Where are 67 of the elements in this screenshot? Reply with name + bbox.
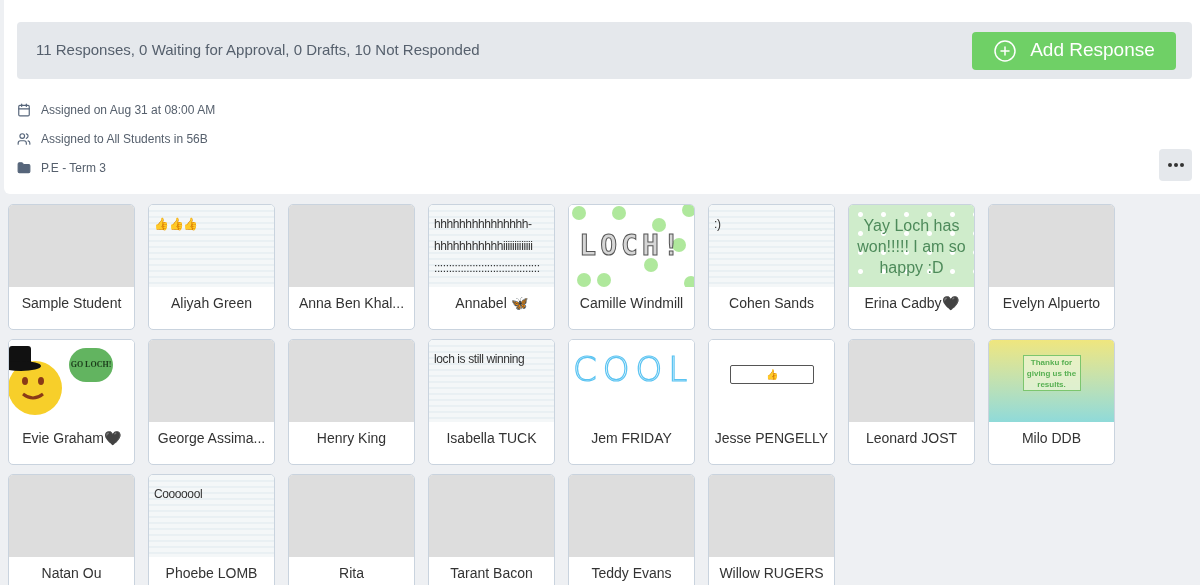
student-name: Erina Cadby🖤	[864, 294, 959, 313]
response-card[interactable]: Yay Loch has won!!!!! I am so happy :D Erina Cadby🖤	[848, 204, 975, 330]
response-text: :)	[714, 217, 722, 231]
response-text: hhhhhhhhhhhhhhh-	[434, 217, 533, 231]
student-name: Natan Ou	[41, 564, 102, 583]
student-name: Evie Graham🖤	[22, 429, 121, 448]
speech-bubble: GO LOCH!	[69, 348, 113, 382]
student-name: Leonard JOST	[865, 429, 958, 448]
response-card[interactable]: Thanku for giving us the results. Milo DDB	[988, 339, 1115, 465]
response-card[interactable]: GO LOCH! Evie Graham🖤	[8, 339, 135, 465]
student-name: Henry King	[316, 429, 387, 448]
response-card[interactable]: Evelyn Alpuerto	[988, 204, 1115, 330]
student-name: Aliyah Green	[171, 294, 252, 313]
response-card[interactable]: Rita	[288, 474, 415, 585]
response-card[interactable]: Willow RUGERS	[708, 474, 835, 585]
response-card[interactable]: Leonard JOST	[848, 339, 975, 465]
student-name: Anna Ben Khal...	[298, 294, 405, 313]
response-card[interactable]: Henry King	[288, 339, 415, 465]
student-name: Cohen Sands	[729, 294, 814, 313]
student-name: Phoebe LOMB	[165, 564, 258, 583]
response-card[interactable]: Tarant Bacon	[428, 474, 555, 585]
folder-icon	[17, 160, 31, 175]
response-card[interactable]: Natan Ou	[8, 474, 135, 585]
response-card[interactable]: :) Cohen Sands	[708, 204, 835, 330]
response-text: Cooooool	[154, 487, 204, 501]
assignment-detail: Assigned to All Students in 56B	[41, 130, 208, 148]
loch-lettering: LOCH!	[579, 228, 684, 264]
response-summary: 11 Responses, 0 Waiting for Approval, 0 Drafts, 10 Not Responded	[36, 40, 480, 61]
response-text: Yay Loch has won!!!!! I am so happy :D	[856, 215, 967, 278]
student-name: Sample Student	[21, 294, 122, 313]
assignment-detail: P.E - Term 3	[41, 159, 106, 177]
response-card[interactable]: Anna Ben Khal...	[288, 204, 415, 330]
student-name: Willow RUGERS	[719, 564, 824, 583]
handwritten-text: COOL	[573, 349, 694, 389]
student-name: Jesse PENGELLY	[714, 429, 829, 448]
calendar-icon	[17, 102, 31, 117]
response-card[interactable]: LOCH! Camille Windmill	[568, 204, 695, 330]
response-text: 👍👍👍	[154, 217, 199, 231]
response-text: loch is still winning	[434, 352, 526, 366]
people-icon	[17, 131, 31, 146]
response-text: hhhhhhhhhhhiiiiiiiiiiiii	[434, 239, 534, 253]
student-name: George Assima...	[157, 429, 266, 448]
more-icon	[1167, 163, 1184, 167]
student-name: Teddy Evans	[591, 564, 672, 583]
response-card[interactable]: Sample Student	[8, 204, 135, 330]
plus-icon	[993, 38, 1018, 63]
response-card[interactable]: loch is still winning Isabella TUCK	[428, 339, 555, 465]
student-name: Evelyn Alpuerto	[1002, 294, 1101, 313]
student-name: Camille Windmill	[579, 294, 684, 313]
response-card[interactable]: Teddy Evans	[568, 474, 695, 585]
assignment-detail: Assigned on Aug 31 at 08:00 AM	[41, 101, 216, 119]
student-name: Milo DDB	[1021, 429, 1082, 448]
more-options-button[interactable]	[1159, 149, 1192, 181]
response-card[interactable]: hhhhhhhhhhhhhhh- hhhhhhhhhhhiiiiiiiiiiiii :::::::::::::::::::::::::::::::::::: Annabel 🦋	[428, 204, 555, 330]
note-text: Thanku for giving us the results.	[1022, 355, 1081, 391]
response-card[interactable]: Cooooool Phoebe LOMB	[148, 474, 275, 585]
student-name: Isabella TUCK	[446, 429, 537, 448]
response-card[interactable]: COOL Jem FRIDAY	[568, 339, 695, 465]
student-name: Tarant Bacon	[450, 564, 533, 583]
response-card[interactable]: 👍👍👍 Aliyah Green	[148, 204, 275, 330]
response-text: ::::::::::::::::::::::::::::::::::::	[434, 261, 541, 275]
response-card[interactable]: George Assima...	[148, 339, 275, 465]
student-name: Jem FRIDAY	[591, 429, 672, 448]
student-name: Annabel 🦋	[455, 294, 528, 313]
response-card[interactable]: 👍 Jesse PENGELLY	[708, 339, 835, 465]
response-text: 👍	[765, 368, 778, 381]
student-name: Rita	[339, 564, 364, 583]
